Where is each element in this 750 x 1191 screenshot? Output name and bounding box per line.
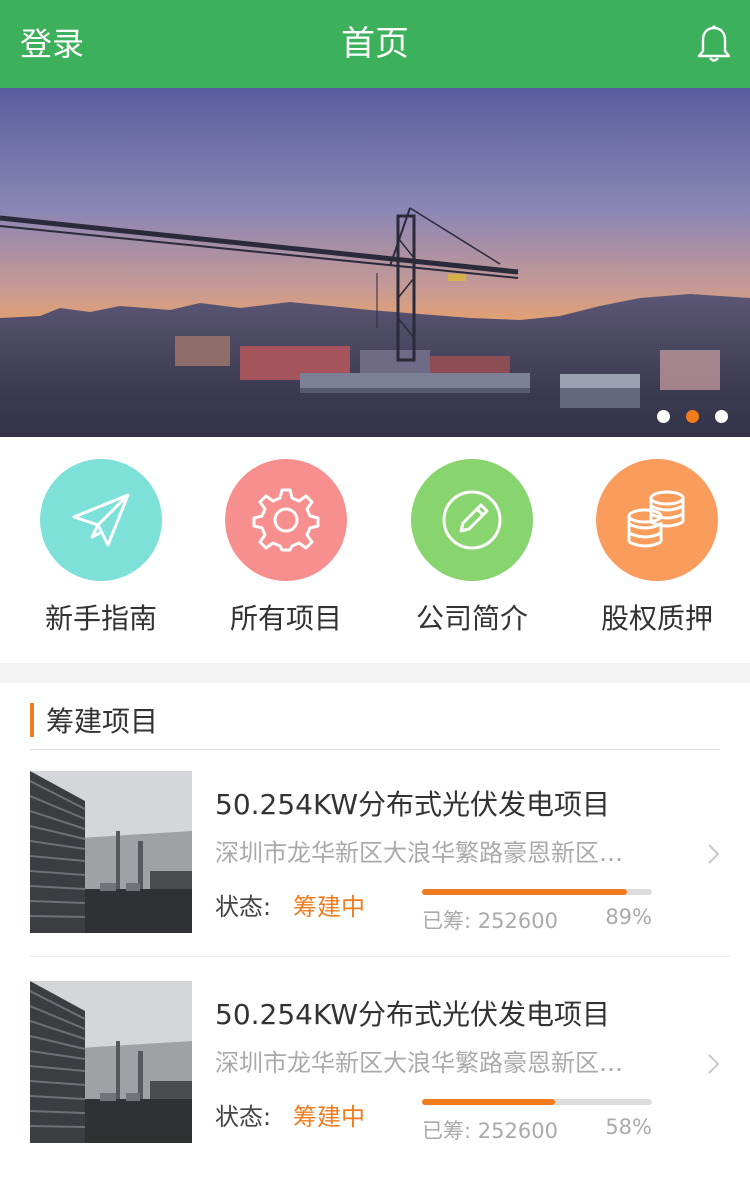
project-thumbnail: [30, 981, 192, 1143]
progress-fill: [422, 889, 627, 895]
nav-label: 股权质押: [600, 602, 713, 635]
banner-carousel[interactable]: [0, 88, 750, 437]
banner-image: [0, 88, 750, 437]
carousel-dot[interactable]: [657, 410, 670, 423]
status-value: 筹建中: [293, 893, 365, 921]
status-value: 筹建中: [293, 1103, 365, 1131]
project-name: 50.254KW分布式光伏发电项目: [215, 788, 611, 821]
raised-label: 已筹:: [422, 1119, 472, 1143]
nav-beginner-guide[interactable]: 新手指南: [21, 459, 181, 639]
project-thumbnail: [30, 771, 192, 933]
project-address: 深圳市龙华新区大浪华繁路豪恩新区…: [215, 839, 623, 867]
carousel-dot-active[interactable]: [686, 410, 699, 423]
section-title: 筹建项目: [46, 705, 159, 738]
nav-label: 公司简介: [415, 602, 528, 635]
gear-icon: [225, 459, 347, 581]
carousel-dots[interactable]: [657, 410, 728, 423]
card-divider: [30, 956, 730, 957]
status-label: 状态:: [215, 893, 272, 921]
raised-amount: 已筹: 252600: [422, 1115, 558, 1145]
project-card[interactable]: 50.254KW分布式光伏发电项目 深圳市龙华新区大浪华繁路豪恩新区… 状态: …: [0, 981, 750, 1191]
carousel-dot[interactable]: [715, 410, 728, 423]
raised-amount: 已筹: 252600: [422, 905, 558, 935]
chevron-right-icon[interactable]: [703, 1051, 723, 1077]
progress-bar: [422, 889, 652, 895]
project-address: 深圳市龙华新区大浪华繁路豪恩新区…: [215, 1049, 623, 1077]
progress-percent: 58%: [605, 1115, 652, 1139]
progress-percent: 89%: [605, 905, 652, 929]
page-title: 首页: [341, 24, 409, 64]
quick-nav: 新手指南 所有项目 公司简介 股权质押: [0, 437, 750, 663]
nav-label: 新手指南: [44, 602, 157, 635]
bell-icon[interactable]: [696, 24, 732, 64]
coins-icon: [596, 459, 718, 581]
section-heading: 筹建项目: [30, 700, 158, 740]
raised-value: 252600: [477, 1119, 558, 1143]
nav-company-profile[interactable]: 公司简介: [392, 459, 552, 639]
top-nav-bar: 登录 首页: [0, 0, 750, 88]
section-divider: [0, 663, 750, 683]
raised-label: 已筹:: [422, 909, 472, 933]
nav-all-projects[interactable]: 所有项目: [206, 459, 366, 639]
pencil-icon: [411, 459, 533, 581]
progress-bar: [422, 1099, 652, 1105]
raised-value: 252600: [477, 909, 558, 933]
paper-plane-icon: [40, 459, 162, 581]
project-name: 50.254KW分布式光伏发电项目: [215, 998, 611, 1031]
status-label: 状态:: [215, 1103, 272, 1131]
chevron-right-icon[interactable]: [703, 841, 723, 867]
section-divider-line: [30, 749, 720, 750]
project-card[interactable]: 50.254KW分布式光伏发电项目 深圳市龙华新区大浪华繁路豪恩新区… 状态: …: [0, 771, 750, 981]
nav-equity-pledge[interactable]: 股权质押: [577, 459, 737, 639]
nav-label: 所有项目: [229, 602, 342, 635]
progress-fill: [422, 1099, 556, 1105]
section-accent-bar: [30, 703, 34, 737]
